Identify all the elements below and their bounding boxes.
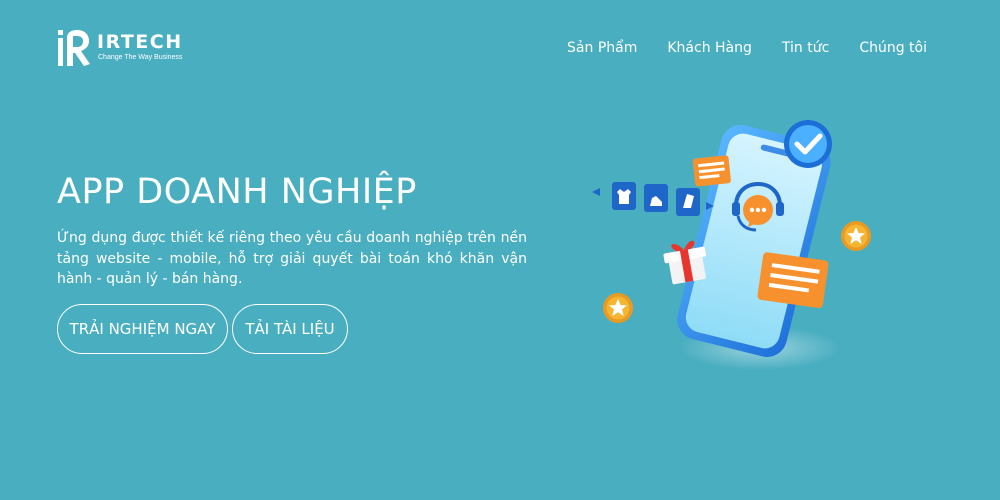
download-docs-button[interactable]: TẢI TÀI LIỆU bbox=[232, 303, 348, 354]
irtech-logo-icon bbox=[58, 30, 90, 66]
product-carousel bbox=[592, 182, 714, 216]
try-now-button[interactable]: TRẢI NGHIỆM NGAY bbox=[57, 303, 228, 354]
star-coin-icon bbox=[603, 293, 633, 323]
chat-bubble-icon bbox=[692, 155, 731, 187]
phone-illustration bbox=[592, 120, 871, 370]
hero-buttons: TRẢI NGHIỆM NGAY TẢI TÀI LIỆU bbox=[57, 303, 527, 354]
main-nav: Sản Phẩm Khách Hàng Tin tức Chúng tôi bbox=[567, 38, 927, 58]
hero-title: APP DOANH NGHIỆP bbox=[57, 172, 417, 212]
brand-logo[interactable]: IRTECH Change The Way Business bbox=[56, 28, 196, 68]
brand-name: IRTECH bbox=[97, 31, 183, 53]
hero-description: Ứng dụng được thiết kế riêng theo yêu cầ… bbox=[57, 230, 527, 287]
checkmark-badge-icon bbox=[784, 120, 832, 168]
hero-section: APP DOANH NGHIỆP Ứng dụng được thiết kế … bbox=[57, 170, 527, 354]
nav-item-about[interactable]: Chúng tôi bbox=[859, 38, 927, 58]
nav-item-news[interactable]: Tin tức bbox=[782, 38, 829, 58]
brand-tagline: Change The Way Business bbox=[98, 54, 183, 61]
carousel-arrow-icon bbox=[592, 188, 600, 196]
nav-item-customers[interactable]: Khách Hàng bbox=[667, 38, 752, 58]
star-coin-icon bbox=[841, 221, 871, 251]
site-header: IRTECH Change The Way Business Sản Phẩm … bbox=[0, 0, 1000, 96]
chat-bubble-icon bbox=[757, 252, 829, 308]
nav-item-products[interactable]: Sản Phẩm bbox=[567, 38, 637, 58]
